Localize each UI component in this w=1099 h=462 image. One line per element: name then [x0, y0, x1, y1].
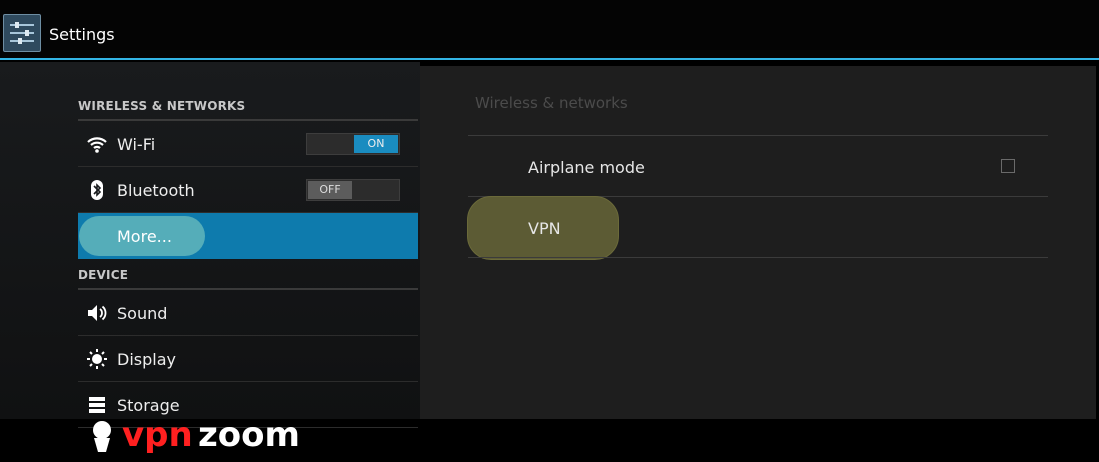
action-bar: Settings [0, 0, 1099, 60]
vpn-item-label[interactable]: VPN [528, 219, 561, 238]
airplane-mode-checkbox[interactable] [1001, 159, 1015, 173]
vpnzoom-watermark-logo: vpn zoom [86, 408, 306, 458]
sidebar-item-label: Wi-Fi [117, 135, 156, 154]
app-title: Settings [49, 25, 115, 44]
sidebar-item-label: Bluetooth [117, 181, 195, 200]
sidebar-item-label: Display [117, 350, 176, 369]
sidebar-item-more[interactable]: More... [78, 213, 418, 259]
section-header-wireless: WIRELESS & NETWORKS [78, 99, 246, 113]
display-icon [86, 348, 108, 370]
svg-text:zoom: zoom [198, 415, 300, 455]
detail-header: Wireless & networks [475, 94, 628, 112]
sidebar-item-sound[interactable]: Sound [78, 290, 418, 336]
bluetooth-icon [86, 179, 108, 201]
airplane-mode-label: Airplane mode [528, 158, 645, 177]
bluetooth-toggle[interactable]: OFF [306, 179, 400, 201]
settings-sliders-icon[interactable] [3, 14, 41, 52]
sidebar-item-display[interactable]: Display [78, 336, 418, 382]
wifi-toggle[interactable]: ON [306, 133, 400, 155]
wifi-icon [86, 133, 108, 155]
sidebar-item-bluetooth[interactable]: Bluetooth OFF [78, 167, 418, 213]
svg-text:vpn: vpn [122, 415, 193, 455]
sidebar-item-label: Sound [117, 304, 168, 323]
section-header-device: DEVICE [78, 268, 129, 282]
detail-divider [468, 257, 1048, 258]
toggle-state: ON [354, 135, 398, 153]
sidebar-item-label: More... [117, 227, 172, 246]
sidebar-item-wifi[interactable]: Wi-Fi ON [78, 121, 418, 167]
settings-category-list: WIRELESS & NETWORKS Wi-Fi ON Bluetooth O… [0, 62, 420, 455]
speaker-icon [86, 302, 108, 324]
settings-detail-pane: Wireless & networks Airplane mode VPN [420, 66, 1096, 419]
toggle-state: OFF [308, 181, 352, 199]
